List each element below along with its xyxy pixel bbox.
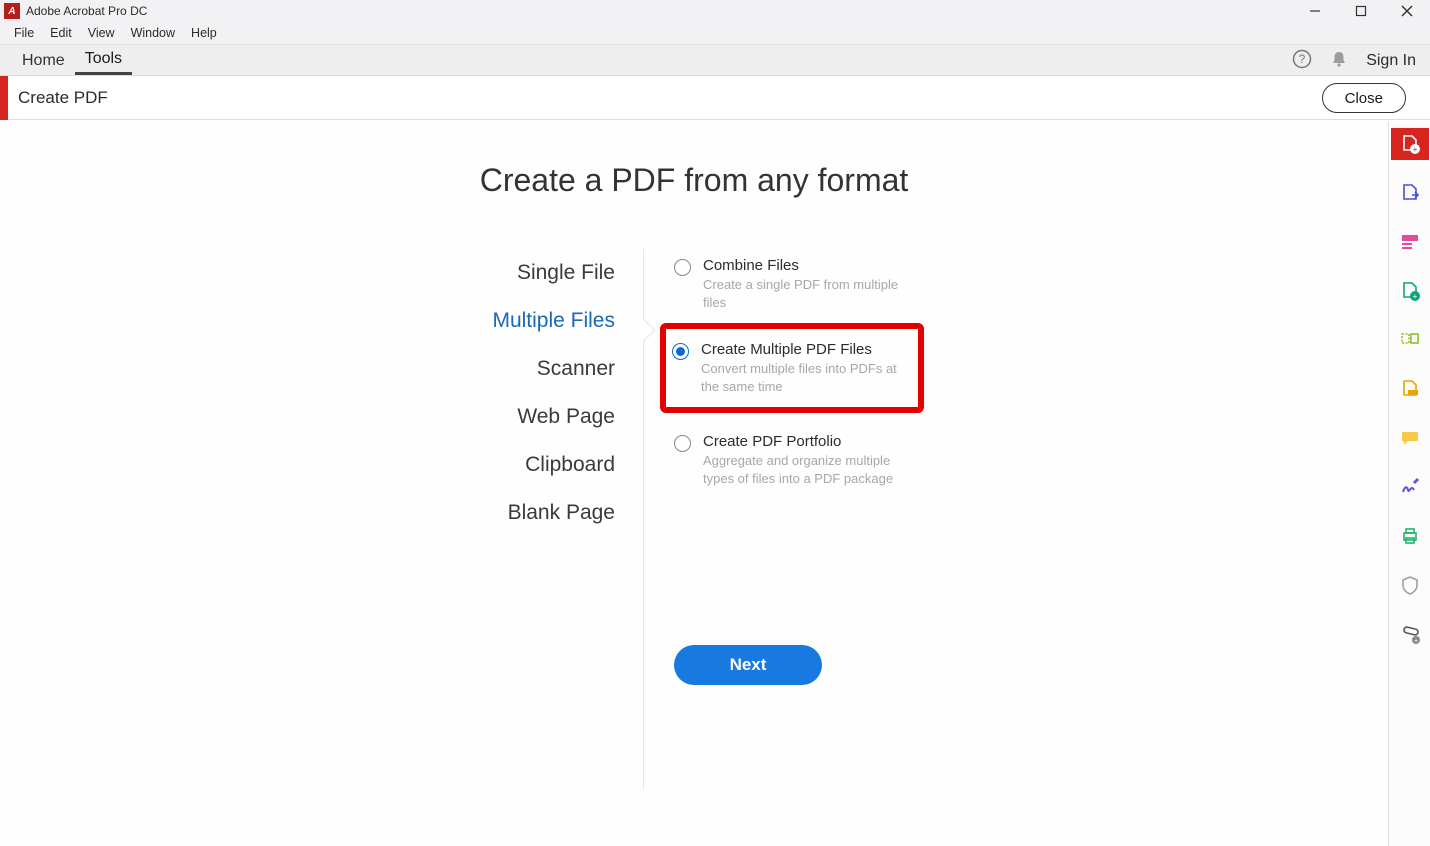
menu-window[interactable]: Window bbox=[123, 24, 183, 42]
source-scanner[interactable]: Scanner bbox=[464, 345, 615, 393]
option-label: Create PDF Portfolio bbox=[703, 433, 913, 450]
tool-accent-bar bbox=[0, 76, 8, 120]
more-tools-icon[interactable]: + bbox=[1391, 618, 1429, 650]
radio-portfolio[interactable] bbox=[674, 435, 691, 452]
redact-icon[interactable] bbox=[1391, 373, 1429, 405]
tab-row: Home Tools ? Sign In bbox=[0, 44, 1430, 76]
svg-text:+: + bbox=[1412, 292, 1417, 301]
svg-text:+: + bbox=[1412, 145, 1417, 154]
option-combine-files[interactable]: Combine Files Create a single PDF from m… bbox=[674, 249, 924, 319]
svg-text:+: + bbox=[1413, 638, 1417, 645]
title-bar: A Adobe Acrobat Pro DC bbox=[0, 0, 1430, 22]
tab-home[interactable]: Home bbox=[12, 47, 75, 74]
annotation-highlight: Create Multiple PDF Files Convert multip… bbox=[660, 323, 924, 413]
tool-header: Create PDF Close bbox=[0, 76, 1430, 120]
app-icon: A bbox=[4, 3, 20, 19]
option-desc: Convert multiple files into PDFs at the … bbox=[701, 360, 911, 395]
source-single-file[interactable]: Single File bbox=[464, 249, 615, 297]
radio-create-multiple[interactable] bbox=[672, 343, 689, 360]
right-tool-rail: + + + bbox=[1388, 122, 1430, 846]
menu-edit[interactable]: Edit bbox=[42, 24, 80, 42]
notifications-icon[interactable] bbox=[1330, 50, 1348, 73]
organize-icon[interactable] bbox=[1391, 324, 1429, 356]
main-content: Create a PDF from any format Single File… bbox=[0, 122, 1388, 846]
source-list: Single File Multiple Files Scanner Web P… bbox=[464, 249, 644, 789]
protect-icon[interactable] bbox=[1391, 569, 1429, 601]
export-pdf-icon[interactable] bbox=[1391, 177, 1429, 209]
sign-icon[interactable] bbox=[1391, 471, 1429, 503]
create-pdf-icon[interactable]: + bbox=[1391, 128, 1429, 160]
tool-close-button[interactable]: Close bbox=[1322, 83, 1406, 113]
option-label: Combine Files bbox=[703, 257, 913, 274]
source-clipboard[interactable]: Clipboard bbox=[464, 441, 615, 489]
maximize-button[interactable] bbox=[1338, 0, 1384, 22]
close-window-button[interactable] bbox=[1384, 0, 1430, 22]
print-icon[interactable] bbox=[1391, 520, 1429, 552]
sign-in-link[interactable]: Sign In bbox=[1366, 52, 1416, 70]
svg-text:?: ? bbox=[1299, 52, 1306, 66]
app-title: Adobe Acrobat Pro DC bbox=[26, 4, 147, 18]
source-blank-page[interactable]: Blank Page bbox=[464, 489, 615, 537]
combine-icon[interactable]: + bbox=[1391, 275, 1429, 307]
option-desc: Create a single PDF from multiple files bbox=[703, 276, 913, 311]
menu-view[interactable]: View bbox=[80, 24, 123, 42]
comment-icon[interactable] bbox=[1391, 422, 1429, 454]
option-portfolio[interactable]: Create PDF Portfolio Aggregate and organ… bbox=[674, 425, 924, 495]
option-create-multiple[interactable]: Create Multiple PDF Files Convert multip… bbox=[672, 333, 912, 403]
menu-bar: File Edit View Window Help bbox=[0, 22, 1430, 44]
tab-tools[interactable]: Tools bbox=[75, 45, 132, 75]
menu-file[interactable]: File bbox=[6, 24, 42, 42]
option-label: Create Multiple PDF Files bbox=[701, 341, 911, 358]
page-heading: Create a PDF from any format bbox=[0, 162, 1388, 199]
next-button[interactable]: Next bbox=[674, 645, 822, 685]
option-desc: Aggregate and organize multiple types of… bbox=[703, 452, 913, 487]
tool-title: Create PDF bbox=[18, 88, 108, 108]
menu-help[interactable]: Help bbox=[183, 24, 225, 42]
help-icon[interactable]: ? bbox=[1292, 49, 1312, 74]
source-web-page[interactable]: Web Page bbox=[464, 393, 615, 441]
minimize-button[interactable] bbox=[1292, 0, 1338, 22]
options-panel: Combine Files Create a single PDF from m… bbox=[644, 249, 924, 789]
source-multiple-files[interactable]: Multiple Files bbox=[464, 297, 615, 345]
radio-combine-files[interactable] bbox=[674, 259, 691, 276]
edit-pdf-icon[interactable] bbox=[1391, 226, 1429, 258]
window-controls bbox=[1292, 0, 1430, 22]
